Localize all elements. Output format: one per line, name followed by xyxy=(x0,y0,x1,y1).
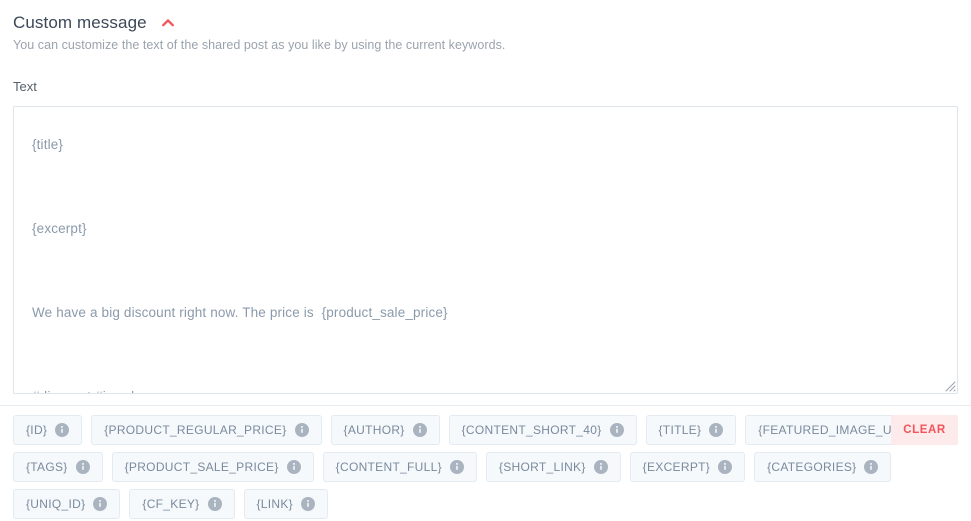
keyword-chip-label: {ID} xyxy=(26,423,48,437)
clear-button[interactable]: CLEAR xyxy=(891,415,958,445)
keyword-chip-label: {CONTENT_SHORT_40} xyxy=(461,423,602,437)
keyword-chip[interactable]: {SHORT_LINK} xyxy=(485,452,621,482)
keyword-chip-label: {EXCERPT} xyxy=(642,460,711,474)
info-icon[interactable] xyxy=(286,460,301,474)
keyword-chip-label: {SHORT_LINK} xyxy=(498,460,586,474)
keyword-chip[interactable]: {TAGS} xyxy=(13,452,103,482)
info-icon[interactable] xyxy=(593,460,608,474)
keyword-chip-label: {LINK} xyxy=(256,497,293,511)
chevron-up-icon-glyph xyxy=(161,19,174,27)
info-icon[interactable] xyxy=(301,497,315,511)
info-icon[interactable] xyxy=(412,423,427,437)
keyword-chip-label: {PRODUCT_REGULAR_PRICE} xyxy=(104,423,287,437)
keyword-chips-row: {TAGS} {PRODUCT_SALE_PRICE} {CONTENT_FUL… xyxy=(13,452,892,482)
keyword-chip-label: {CF_KEY} xyxy=(142,497,200,511)
custom-message-panel: Custom message You can customize the tex… xyxy=(0,0,971,521)
keyword-chip[interactable]: {PRODUCT_REGULAR_PRICE} xyxy=(91,415,322,445)
message-textarea-wrapper xyxy=(13,106,958,394)
keyword-chip[interactable]: {PRODUCT_SALE_PRICE} xyxy=(111,452,314,482)
info-icon[interactable] xyxy=(55,423,70,437)
keyword-chip[interactable]: {ID} xyxy=(13,415,83,445)
info-icon[interactable] xyxy=(294,423,309,437)
keyword-chip[interactable]: {CF_KEY} xyxy=(129,489,235,519)
keyword-chips-rows: {ID} {PRODUCT_REGULAR_PRICE} {AUTHOR} {C… xyxy=(13,415,948,519)
keyword-chip[interactable]: {LINK} xyxy=(243,489,328,519)
keyword-chip-label: {FEATURED_IMAGE_URL} xyxy=(758,423,913,437)
panel-header: Custom message xyxy=(0,0,971,33)
keyword-chip[interactable]: {CATEGORIES} xyxy=(754,452,892,482)
keyword-chip-label: {TITLE} xyxy=(658,423,702,437)
keyword-chip-label: {TAGS} xyxy=(26,460,68,474)
text-field-label: Text xyxy=(13,79,37,94)
keyword-chips-area: {ID} {PRODUCT_REGULAR_PRICE} {AUTHOR} {C… xyxy=(0,406,971,519)
chevron-up-icon[interactable] xyxy=(159,14,177,32)
page-title: Custom message xyxy=(13,13,147,32)
keyword-chips-row: {UNIQ_ID} {CF_KEY} {LINK} xyxy=(13,489,883,519)
keyword-chips-row: {ID} {PRODUCT_REGULAR_PRICE} {AUTHOR} {C… xyxy=(13,415,948,445)
keyword-chip[interactable]: {AUTHOR} xyxy=(330,415,440,445)
keyword-chip-label: {UNIQ_ID} xyxy=(26,497,86,511)
keyword-chip[interactable]: {EXCERPT} xyxy=(629,452,746,482)
info-icon[interactable] xyxy=(718,460,733,474)
keyword-chip-label: {CONTENT_FULL} xyxy=(335,460,442,474)
info-icon[interactable] xyxy=(207,497,222,511)
info-icon[interactable] xyxy=(93,497,108,511)
info-icon[interactable] xyxy=(709,423,724,437)
panel-subtitle: You can customize the text of the shared… xyxy=(13,38,506,52)
keyword-chip[interactable]: {TITLE} xyxy=(645,415,737,445)
keyword-chip[interactable]: {UNIQ_ID} xyxy=(13,489,121,519)
keyword-chip[interactable]: {CONTENT_SHORT_40} xyxy=(448,415,637,445)
info-icon[interactable] xyxy=(864,460,879,474)
keyword-chip[interactable]: {CONTENT_FULL} xyxy=(322,452,477,482)
info-icon[interactable] xyxy=(449,460,464,474)
keyword-chip-label: {AUTHOR} xyxy=(343,423,405,437)
info-icon[interactable] xyxy=(609,423,624,437)
keyword-chip-label: {PRODUCT_SALE_PRICE} xyxy=(124,460,279,474)
message-textarea[interactable] xyxy=(13,106,958,394)
keyword-chip-label: {CATEGORIES} xyxy=(767,460,857,474)
info-icon[interactable] xyxy=(75,460,90,474)
